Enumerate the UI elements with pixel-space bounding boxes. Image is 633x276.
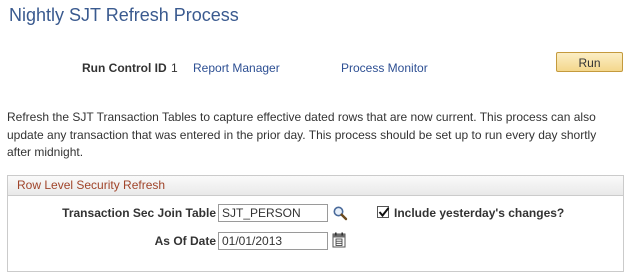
include-yesterday-label: Include yesterday's changes? — [394, 206, 565, 220]
transaction-sec-join-table-label: Transaction Sec Join Table — [62, 206, 216, 220]
run-control-id-value: 1 — [171, 61, 178, 75]
group-title: Row Level Security Refresh — [8, 176, 623, 196]
page-title: Nightly SJT Refresh Process — [9, 5, 239, 25]
as-of-date-label: As Of Date — [154, 234, 216, 248]
as-of-date-input[interactable] — [218, 232, 328, 250]
report-manager-link[interactable]: Report Manager — [193, 61, 280, 75]
checkmark-icon — [378, 207, 390, 218]
run-control-id-label: Run Control ID — [82, 61, 167, 75]
run-button[interactable]: Run — [556, 52, 623, 72]
row-level-security-group: Row Level Security Refresh Transaction S… — [7, 175, 624, 272]
process-description: Refresh the SJT Transaction Tables to ca… — [7, 110, 597, 159]
calendar-icon[interactable] — [332, 232, 346, 248]
magnifying-glass-lookup-icon[interactable] — [332, 205, 348, 221]
include-yesterday-checkbox[interactable] — [377, 206, 390, 218]
transaction-sec-join-table-input[interactable] — [218, 204, 328, 222]
process-monitor-link[interactable]: Process Monitor — [341, 61, 428, 75]
